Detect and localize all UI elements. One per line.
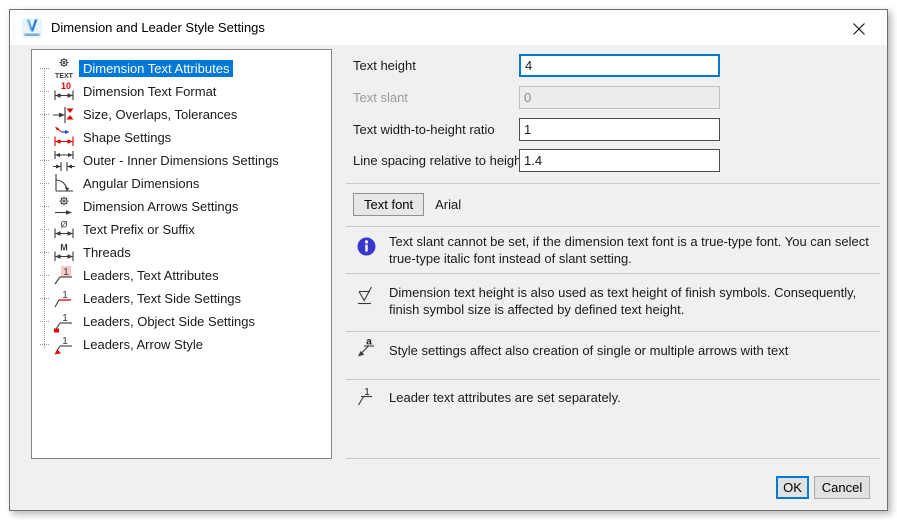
tree-branch-line bbox=[40, 252, 49, 253]
sidebar-item-dimension-text-format[interactable]: 10 Dimension Text Format bbox=[32, 80, 331, 103]
sidebar-item-label: Leaders, Object Side Settings bbox=[79, 313, 259, 330]
varicad-logo-icon bbox=[22, 18, 42, 38]
sidebar-item-dimension-text-attributes[interactable]: TEXT Dimension Text Attributes bbox=[32, 57, 331, 80]
leaders-arrow-style-icon: 1 bbox=[49, 333, 79, 357]
cancel-button[interactable]: Cancel bbox=[814, 476, 870, 499]
style-category-tree: TEXT Dimension Text Attributes 10 Dimension… bbox=[31, 49, 332, 459]
finish-symbol-icon bbox=[354, 286, 378, 308]
leaders-text-attributes-icon: 1 bbox=[49, 264, 79, 288]
svg-text:1: 1 bbox=[62, 336, 68, 347]
sidebar-item-label: Outer - Inner Dimensions Settings bbox=[79, 152, 283, 169]
width-height-ratio-row: Text width-to-height ratio bbox=[353, 118, 880, 141]
text-font-button[interactable]: Text font bbox=[353, 193, 424, 216]
dimension-text-attributes-icon: TEXT bbox=[49, 57, 79, 81]
svg-text:10: 10 bbox=[61, 81, 71, 91]
window-title: Dimension and Leader Style Settings bbox=[51, 20, 265, 35]
tree-branch-line bbox=[40, 275, 49, 276]
sidebar-item-leaders-object-side-settings[interactable]: 1 Leaders, Object Side Settings bbox=[32, 310, 331, 333]
dimension-text-format-icon: 10 bbox=[49, 80, 79, 104]
tree-branch-line bbox=[40, 137, 49, 138]
sidebar-item-label: Leaders, Arrow Style bbox=[79, 336, 207, 353]
tree-branch-line bbox=[40, 114, 49, 115]
message-text: Style settings affect also creation of s… bbox=[389, 340, 870, 362]
sidebar-item-leaders-text-side-settings[interactable]: 1Leaders, Text Side Settings bbox=[32, 287, 331, 310]
svg-text:TEXT: TEXT bbox=[55, 73, 74, 80]
info-icon bbox=[354, 237, 378, 256]
sidebar-item-shape-settings[interactable]: Shape Settings bbox=[32, 126, 331, 149]
close-icon[interactable] bbox=[847, 19, 871, 39]
line-spacing-input[interactable] bbox=[519, 149, 720, 172]
separator bbox=[346, 226, 880, 227]
width-height-ratio-input[interactable] bbox=[519, 118, 720, 141]
sidebar-item-label: Threads bbox=[79, 244, 135, 261]
tree-branch-line bbox=[40, 160, 49, 161]
tree-items: TEXT Dimension Text Attributes 10 Dimension… bbox=[32, 57, 331, 356]
text-font-value: Arial bbox=[435, 197, 461, 212]
leader-line-icon: 1 bbox=[354, 386, 378, 408]
separator bbox=[346, 379, 880, 380]
width-height-ratio-label: Text width-to-height ratio bbox=[353, 118, 495, 141]
svg-text:1: 1 bbox=[63, 267, 69, 278]
sidebar-item-label: Shape Settings bbox=[79, 129, 175, 146]
message-text: Dimension text height is also used as te… bbox=[389, 284, 870, 318]
message-text: Leader text attributes are set separatel… bbox=[389, 387, 870, 409]
tree-branch-line bbox=[40, 91, 49, 92]
titlebar: Dimension and Leader Style Settings bbox=[10, 10, 887, 45]
sidebar-item-angular-dimensions[interactable]: Angular Dimensions bbox=[32, 172, 331, 195]
ok-button[interactable]: OK bbox=[776, 476, 809, 499]
separator bbox=[346, 273, 880, 274]
separator bbox=[346, 183, 880, 184]
sidebar-item-size-overlaps-tolerances[interactable]: Size, Overlaps, Tolerances bbox=[32, 103, 331, 126]
text-prefix-suffix-icon: Ø bbox=[49, 218, 79, 242]
separator bbox=[346, 458, 880, 459]
svg-text:Ø: Ø bbox=[60, 219, 67, 229]
sidebar-item-label: Dimension Text Format bbox=[79, 83, 220, 100]
tree-branch-line bbox=[40, 183, 49, 184]
separator bbox=[346, 331, 880, 332]
text-slant-label: Text slant bbox=[353, 86, 408, 109]
sidebar-item-leaders-arrow-style[interactable]: 1 Leaders, Arrow Style bbox=[32, 333, 331, 356]
svg-text:1: 1 bbox=[62, 313, 68, 324]
sidebar-item-label: Dimension Text Attributes bbox=[79, 60, 233, 77]
shape-settings-icon bbox=[49, 126, 79, 150]
outer-inner-dimensions-icon bbox=[49, 149, 79, 173]
sidebar-item-label: Size, Overlaps, Tolerances bbox=[79, 106, 241, 123]
angular-dimensions-icon bbox=[49, 172, 79, 196]
tree-branch-line bbox=[40, 68, 49, 69]
leaders-text-side-icon: 1 bbox=[49, 287, 79, 311]
tree-branch-line bbox=[40, 206, 49, 207]
tree-branch-line bbox=[40, 321, 49, 322]
dimension-arrows-settings-icon bbox=[49, 195, 79, 219]
text-slant-row: Text slant bbox=[353, 86, 880, 109]
text-slant-input bbox=[519, 86, 720, 109]
sidebar-item-label: Leaders, Text Attributes bbox=[79, 267, 223, 284]
arrow-with-text-icon: a bbox=[354, 336, 378, 358]
sidebar-item-text-prefix-or-suffix[interactable]: Ø Text Prefix or Suffix bbox=[32, 218, 331, 241]
tree-branch-line bbox=[40, 298, 49, 299]
dimension-leader-style-dialog: Dimension and Leader Style Settings TEXT… bbox=[9, 9, 888, 511]
sidebar-item-label: Angular Dimensions bbox=[79, 175, 203, 192]
text-height-input[interactable] bbox=[519, 54, 720, 77]
tree-branch-line bbox=[40, 229, 49, 230]
threads-icon: M bbox=[49, 241, 79, 265]
sidebar-item-leaders-text-attributes[interactable]: 1 Leaders, Text Attributes bbox=[32, 264, 331, 287]
text-height-row: Text height bbox=[353, 54, 880, 77]
leaders-object-side-icon: 1 bbox=[49, 310, 79, 334]
sidebar-item-label: Leaders, Text Side Settings bbox=[79, 290, 245, 307]
sidebar-item-label: Dimension Arrows Settings bbox=[79, 198, 242, 215]
svg-text:M: M bbox=[60, 242, 68, 252]
text-height-label: Text height bbox=[353, 54, 416, 77]
text-font-row: Text font Arial bbox=[353, 193, 461, 216]
line-spacing-row: Line spacing relative to height bbox=[353, 149, 880, 172]
sidebar-item-label: Text Prefix or Suffix bbox=[79, 221, 199, 238]
sidebar-item-dimension-arrows-settings[interactable]: Dimension Arrows Settings bbox=[32, 195, 331, 218]
sidebar-item-threads[interactable]: M Threads bbox=[32, 241, 331, 264]
tree-branch-line bbox=[40, 344, 49, 345]
line-spacing-label: Line spacing relative to height bbox=[353, 149, 525, 172]
sidebar-item-outer-inner-dimensions-settings[interactable]: Outer - Inner Dimensions Settings bbox=[32, 149, 331, 172]
message-text: Text slant cannot be set, if the dimensi… bbox=[389, 233, 870, 267]
size-overlaps-tolerances-icon bbox=[49, 103, 79, 127]
